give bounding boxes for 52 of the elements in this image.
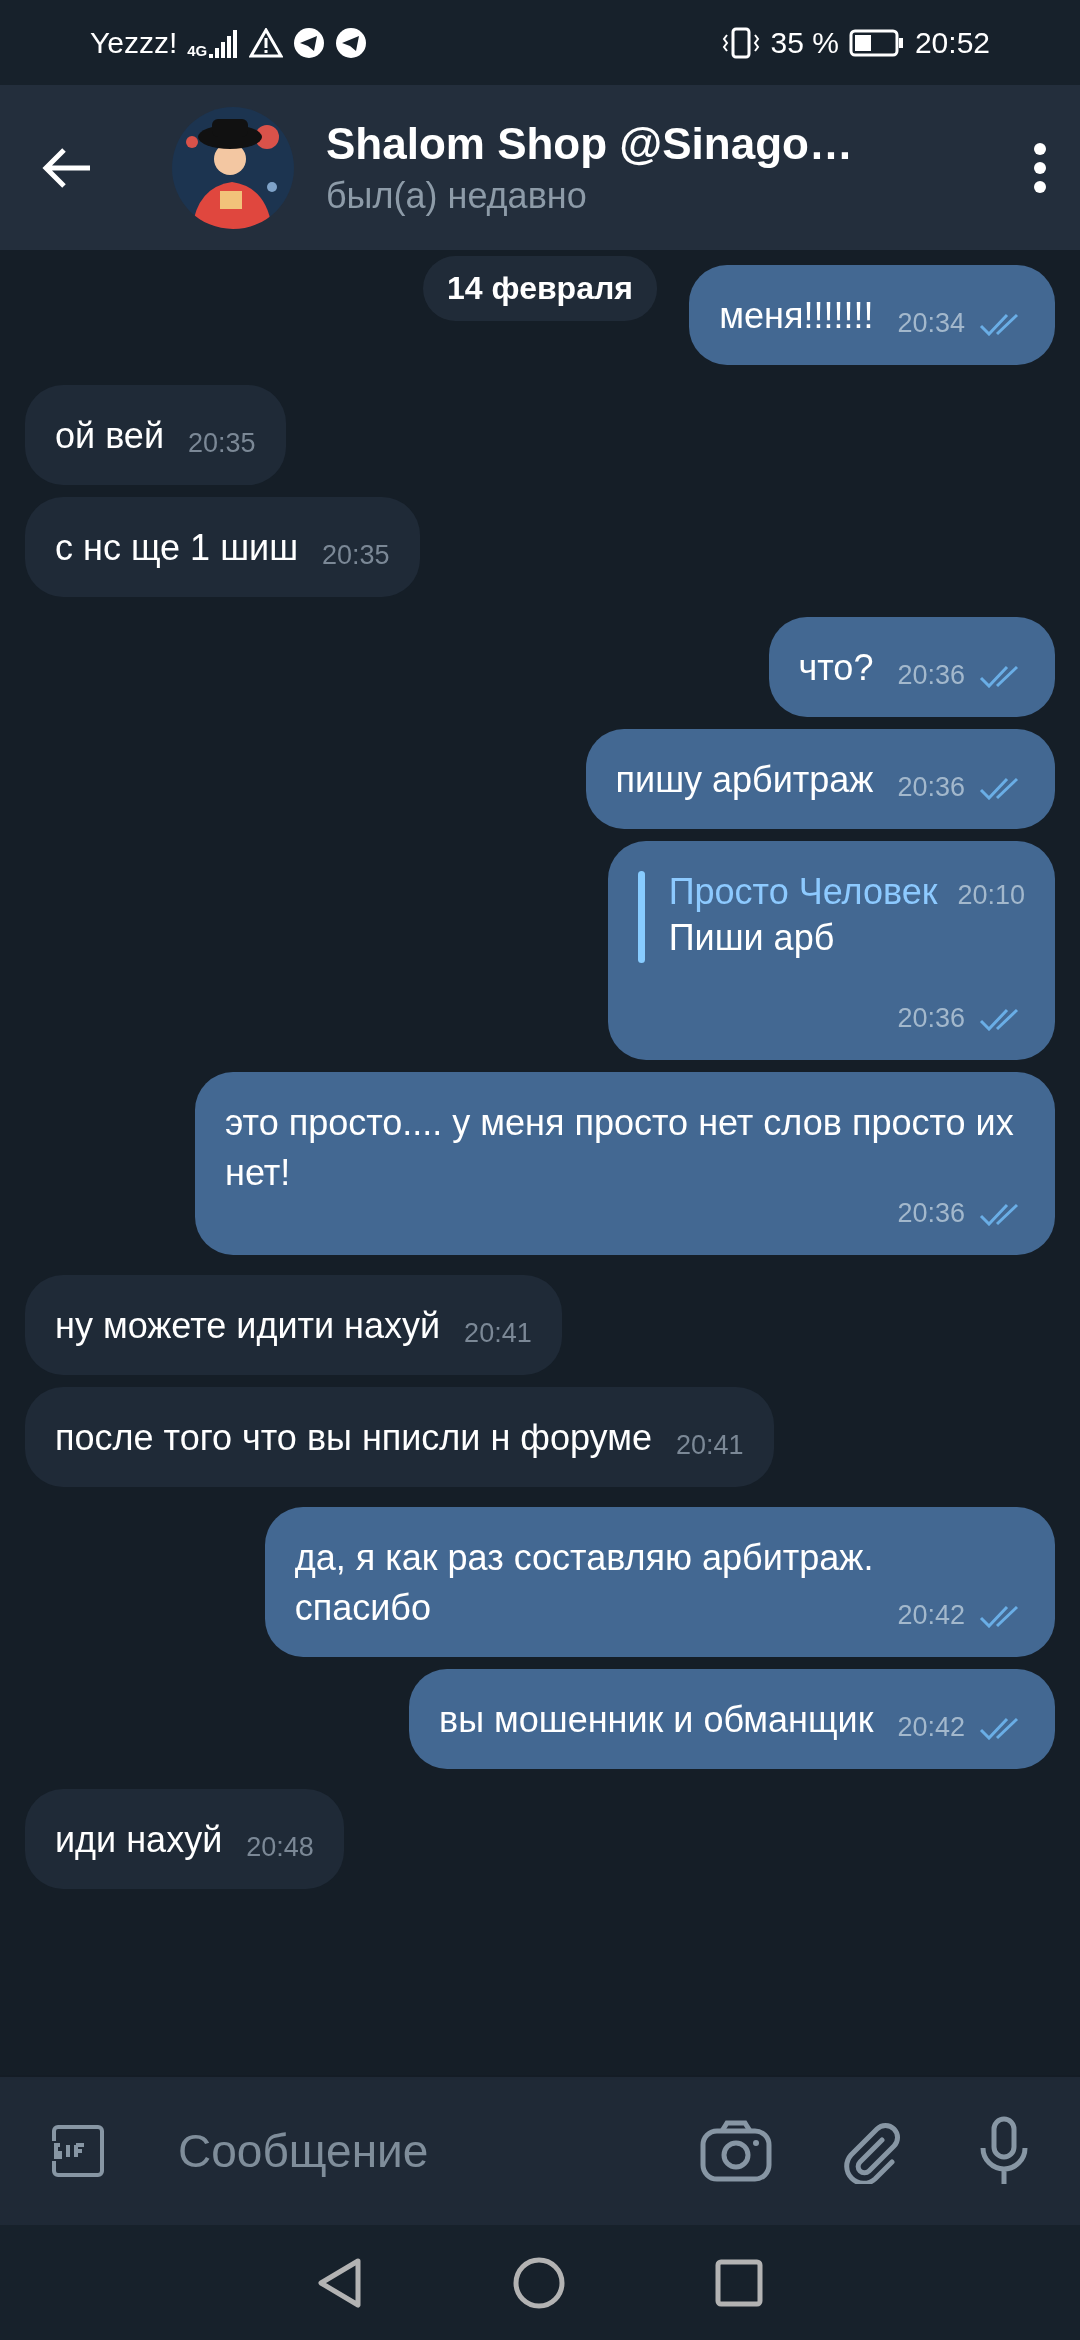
paper-plane-icon [335, 26, 368, 59]
message-time: 20:36 [897, 1198, 965, 1229]
message-text: это просто.... у меня просто нет слов просто их нет! [225, 1101, 1015, 1195]
battery-percent: 35 % [770, 25, 839, 60]
triangle-icon [317, 2256, 363, 2309]
message-time: 20:36 [897, 660, 965, 691]
message-text: что? [798, 646, 874, 690]
home-nav-button[interactable] [513, 2256, 565, 2309]
last-seen-status: был(а) недавно [326, 174, 588, 217]
date-badge: 14 февраля [423, 256, 657, 321]
message-time: 20:36 [897, 772, 965, 803]
message-time: 20:48 [246, 1832, 314, 1863]
message-time: 20:35 [188, 428, 256, 459]
message-time: 20:34 [897, 308, 965, 339]
message-time: 20:42 [897, 1712, 965, 1743]
message-time: 20:35 [322, 540, 390, 571]
message-text: пишу арбитраж [615, 758, 874, 802]
gif-icon [50, 2123, 106, 2179]
camera-icon [700, 2119, 772, 2183]
reply-text: Пиши арб [668, 916, 836, 960]
vibrate-icon [720, 26, 761, 59]
message-time: 20:41 [676, 1430, 744, 1461]
message-text: да, я как раз составляю арбитраж. спасибо [294, 1536, 874, 1630]
message-text: ну можете идити нахуй [55, 1304, 441, 1348]
recents-nav-button[interactable] [715, 2258, 763, 2307]
battery-icon [848, 28, 905, 57]
reply-author: Просто Человек [668, 871, 938, 913]
message-time: 20:42 [897, 1600, 965, 1631]
square-icon [715, 2258, 763, 2307]
camera-button[interactable] [700, 2119, 772, 2183]
gif-button[interactable] [50, 2123, 106, 2179]
warning-icon [249, 27, 284, 58]
clock: 20:52 [914, 25, 990, 60]
message-text: иди нахуй [55, 1818, 223, 1862]
message-text: с нс ще 1 шиш [55, 526, 299, 570]
message-input[interactable]: Сообщение [176, 2123, 700, 2179]
signal-icon [209, 27, 240, 58]
microphone-icon [978, 2116, 1030, 2186]
message-text: после того что вы нписли н форуме [55, 1416, 652, 1460]
network-type: 4G [187, 42, 208, 58]
microphone-button[interactable] [978, 2116, 1030, 2186]
message-text: вы мошенник и обманщик [439, 1698, 874, 1742]
message-text: меня!!!!!!! [719, 294, 874, 338]
carrier-name: Yezzz! [90, 25, 178, 60]
message-text: ой вей [55, 414, 164, 458]
back-nav-button[interactable] [317, 2256, 363, 2309]
message-time: 20:36 [897, 1003, 965, 1034]
chat-title: Shalom Shop @Sinago… [326, 118, 854, 169]
paper-plane-icon [293, 26, 326, 59]
reply-time: 20:10 [957, 880, 1025, 911]
message-time: 20:41 [464, 1318, 532, 1349]
circle-icon [513, 2256, 565, 2309]
